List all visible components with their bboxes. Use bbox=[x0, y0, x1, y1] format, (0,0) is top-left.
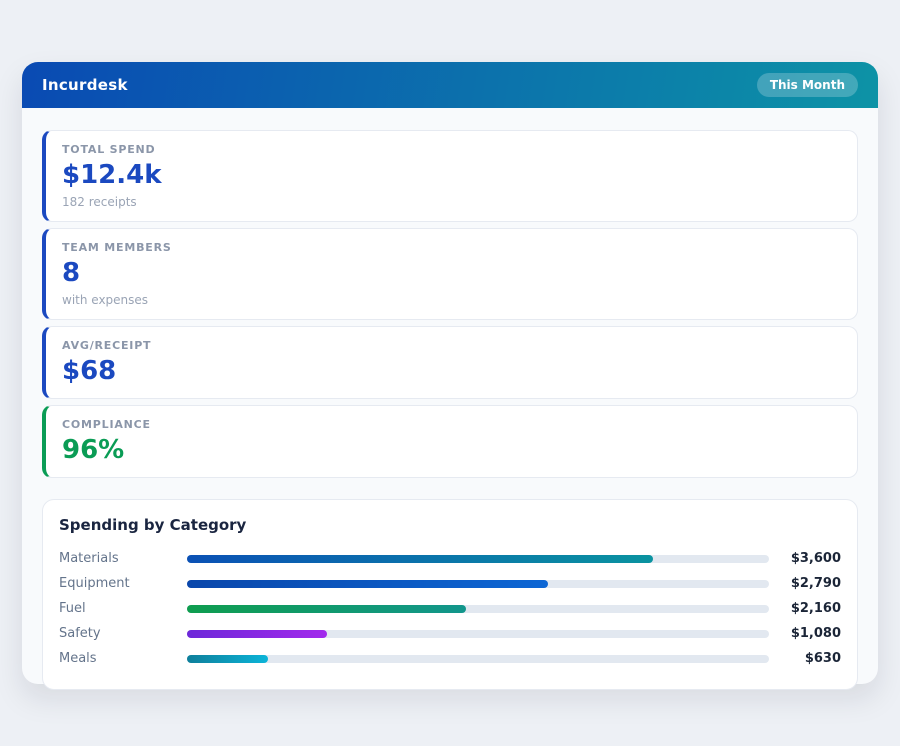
stat-card-list: TOTAL SPEND $12.4k 182 receipts TEAM MEM… bbox=[42, 130, 858, 479]
stat-label: TOTAL SPEND bbox=[62, 143, 156, 156]
stat-label: TEAM MEMBERS bbox=[62, 240, 172, 254]
stat-subtext: with expenses bbox=[62, 293, 149, 308]
category-value: $2,160 bbox=[790, 601, 841, 617]
stat-card: TEAM MEMBERS 8 with expenses bbox=[42, 227, 858, 320]
bar-track bbox=[187, 579, 769, 588]
category-value: $2,790 bbox=[790, 576, 841, 592]
period-badge[interactable]: This Month bbox=[756, 73, 858, 97]
category-label: Safety bbox=[59, 626, 101, 642]
bar-track bbox=[187, 604, 769, 613]
bar-fill bbox=[187, 629, 327, 638]
category-label: Meals bbox=[59, 651, 97, 667]
chart-row: Safety $1,080 bbox=[59, 621, 841, 646]
stat-value: $12.4k bbox=[62, 160, 162, 191]
bar-track bbox=[187, 629, 769, 638]
chart-row-list: Materials $3,600 Equipment $2,790 Fuel $… bbox=[59, 546, 841, 671]
bar-track bbox=[187, 554, 769, 563]
content-area: TOTAL SPEND $12.4k 182 receipts TEAM MEM… bbox=[22, 108, 878, 691]
stat-label: COMPLIANCE bbox=[62, 417, 151, 431]
category-label: Materials bbox=[59, 551, 119, 567]
category-value: $3,600 bbox=[790, 551, 841, 567]
chart-title: Spending by Category bbox=[59, 516, 247, 535]
stat-value: 8 bbox=[62, 257, 81, 288]
chart-row: Materials $3,600 bbox=[59, 546, 841, 571]
category-label: Fuel bbox=[59, 601, 86, 617]
category-label: Equipment bbox=[59, 576, 130, 592]
bar-fill bbox=[187, 554, 653, 563]
category-value: $630 bbox=[804, 651, 841, 667]
category-value: $1,080 bbox=[790, 626, 841, 642]
stat-value: $68 bbox=[62, 355, 117, 386]
dashboard-panel: Incurdesk This Month TOTAL SPEND $12.4k … bbox=[22, 62, 878, 691]
stat-value: 96% bbox=[62, 435, 125, 466]
stat-card: COMPLIANCE 96% bbox=[42, 404, 858, 479]
app-header: Incurdesk This Month bbox=[22, 62, 878, 108]
stat-card: TOTAL SPEND $12.4k 182 receipts bbox=[42, 130, 858, 222]
chart-row: Equipment $2,790 bbox=[59, 571, 841, 596]
bar-fill bbox=[187, 604, 467, 613]
spending-chart-card: Spending by Category Materials $3,600 Eq… bbox=[42, 499, 858, 691]
app-title: Incurdesk bbox=[42, 76, 128, 94]
bar-track bbox=[187, 654, 769, 663]
stat-label: AVG/RECEIPT bbox=[62, 338, 152, 352]
stat-card: AVG/RECEIPT $68 bbox=[42, 325, 858, 399]
bar-fill bbox=[187, 579, 548, 588]
stat-subtext: 182 receipts bbox=[62, 195, 137, 210]
chart-row: Meals $630 bbox=[59, 646, 841, 671]
bar-fill bbox=[187, 654, 269, 663]
chart-row: Fuel $2,160 bbox=[59, 596, 841, 621]
